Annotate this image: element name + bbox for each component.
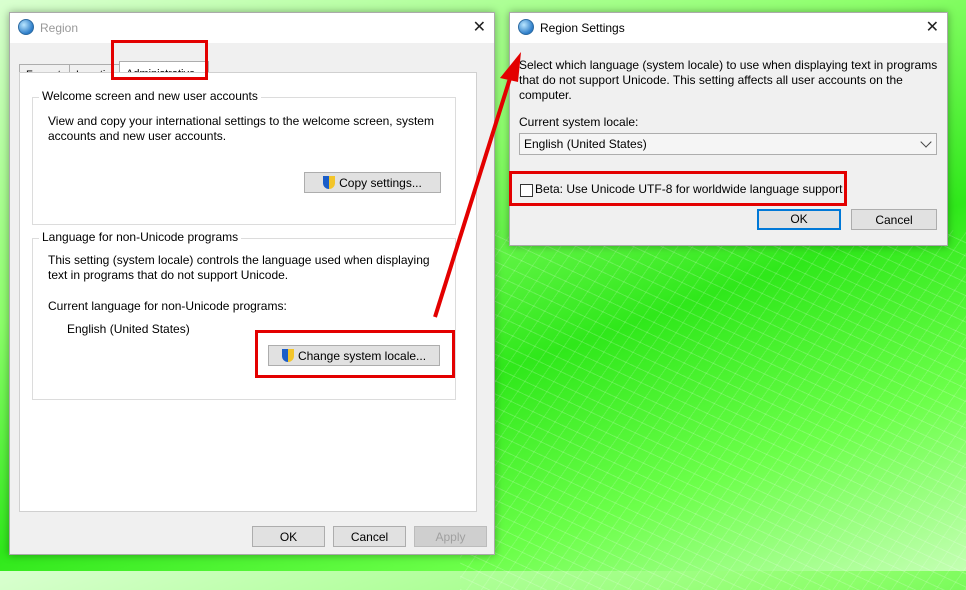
arrow (433, 52, 521, 318)
